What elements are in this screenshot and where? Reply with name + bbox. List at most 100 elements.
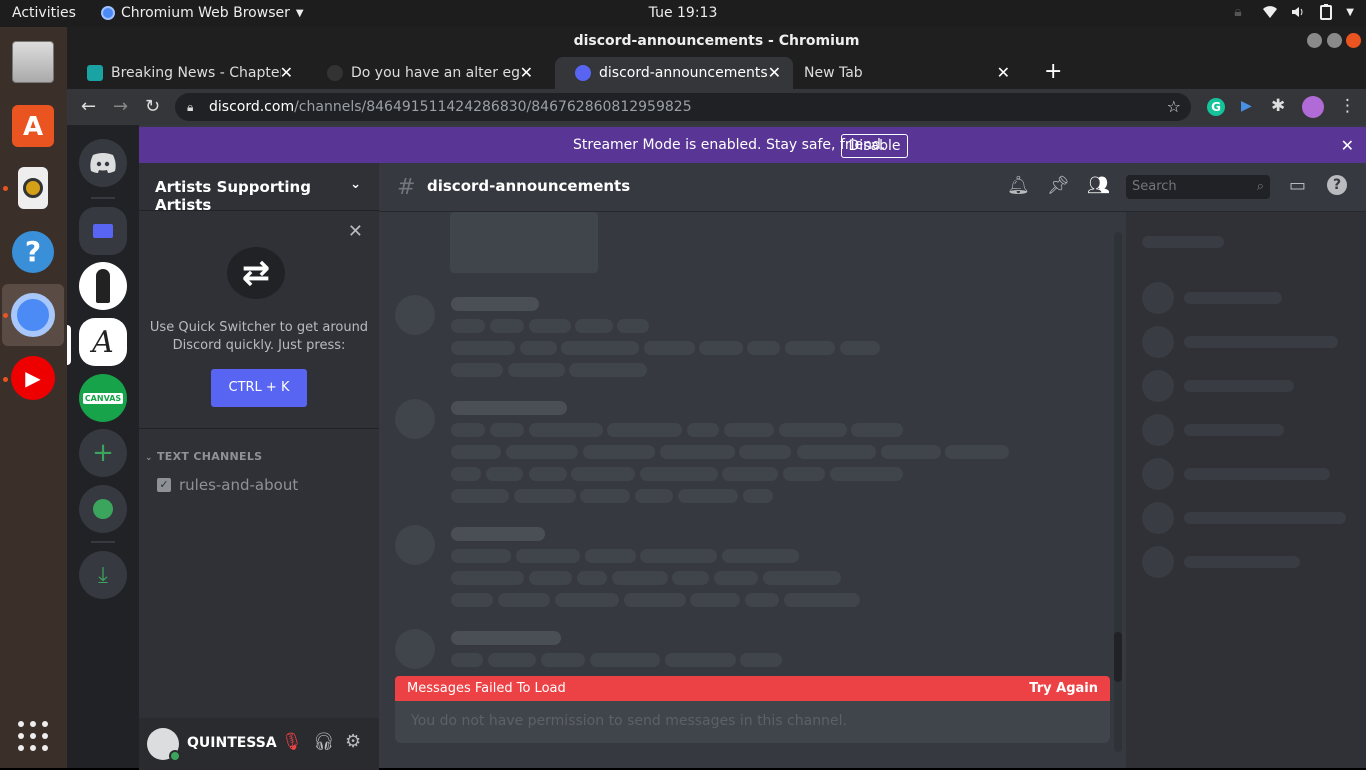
close-icon[interactable]: ✕ bbox=[348, 221, 363, 242]
text-placeholder bbox=[678, 489, 738, 503]
discord-logo-icon bbox=[90, 153, 116, 173]
close-window-button[interactable] bbox=[1346, 33, 1361, 48]
separator bbox=[91, 197, 115, 199]
text-placeholder bbox=[490, 423, 524, 437]
channel-rules-and-about[interactable]: ✓ rules-and-about bbox=[157, 476, 298, 494]
member-name-placeholder bbox=[1184, 380, 1294, 392]
minimize-button[interactable] bbox=[1307, 33, 1322, 48]
channel-title: discord-announcements bbox=[427, 177, 631, 195]
quick-switcher-text: Use Quick Switcher to get around Discord… bbox=[149, 320, 369, 353]
streamer-mode-banner: Streamer Mode is enabled. Stay safe, fri… bbox=[139, 127, 1366, 163]
help-icon[interactable]: ? bbox=[1327, 175, 1347, 195]
discord-home-button[interactable] bbox=[79, 139, 127, 187]
text-placeholder bbox=[699, 341, 743, 355]
tab-breaking-news[interactable]: Breaking News - Chapter ✕ bbox=[67, 57, 305, 89]
server-header[interactable]: Artists Supporting Artists ⌄ bbox=[139, 163, 379, 214]
pin-icon[interactable]: 📌︎ bbox=[1047, 175, 1070, 196]
close-tab-icon[interactable]: ✕ bbox=[768, 63, 781, 82]
window-title-bar[interactable]: discord-announcements - Chromium bbox=[67, 27, 1366, 55]
text-placeholder bbox=[739, 445, 791, 459]
back-button[interactable]: ← bbox=[81, 97, 96, 117]
message-input[interactable]: You do not have permission to send messa… bbox=[395, 701, 1110, 743]
reload-button[interactable]: ↻ bbox=[145, 97, 160, 117]
category-text-channels[interactable]: ⌄ TEXT CHANNELS bbox=[145, 450, 262, 463]
kebab-menu-icon[interactable]: ⋮ bbox=[1339, 96, 1356, 116]
text-placeholder bbox=[529, 423, 603, 437]
headphones-icon[interactable]: 🎧︎ bbox=[313, 732, 335, 752]
text-placeholder bbox=[724, 423, 774, 437]
search-input[interactable]: Search ⌕ bbox=[1126, 175, 1270, 199]
clock[interactable]: Tue 19:13 bbox=[0, 5, 1366, 21]
text-placeholder bbox=[785, 341, 835, 355]
cursor-extension-icon[interactable]: ▶ bbox=[1241, 98, 1252, 114]
text-placeholder bbox=[451, 653, 483, 667]
bell-icon[interactable]: 🔔︎ bbox=[1007, 175, 1030, 196]
person-art-icon bbox=[96, 269, 110, 303]
try-again-button[interactable]: Try Again bbox=[1029, 681, 1098, 696]
lock-icon: 🔒︎ bbox=[187, 100, 194, 114]
close-tab-icon[interactable]: ✕ bbox=[280, 63, 293, 82]
tab-new[interactable]: New Tab ✕ bbox=[784, 57, 1022, 89]
text-placeholder bbox=[451, 423, 485, 437]
member-list-icon[interactable]: 👥︎ bbox=[1087, 175, 1110, 196]
message-input-placeholder: You do not have permission to send messa… bbox=[411, 713, 847, 729]
new-tab-button[interactable]: + bbox=[1044, 59, 1062, 84]
inbox-icon[interactable]: ▭ bbox=[1289, 175, 1306, 196]
show-applications-button[interactable] bbox=[2, 705, 64, 767]
close-tab-icon[interactable]: ✕ bbox=[997, 63, 1010, 82]
text-placeholder bbox=[529, 319, 571, 333]
member-name-placeholder bbox=[1184, 556, 1300, 568]
gear-icon[interactable]: ⚙ bbox=[345, 731, 361, 752]
tab-alter-ego[interactable]: Do you have an alter ego w ✕ bbox=[307, 57, 545, 89]
grammarly-icon[interactable]: G bbox=[1207, 98, 1225, 116]
server-icon-figure[interactable] bbox=[79, 262, 127, 310]
member-avatar-placeholder bbox=[1142, 414, 1174, 446]
server-icon-webtoon-canvas[interactable]: CANVAS bbox=[79, 374, 127, 422]
member-avatar-placeholder bbox=[1142, 458, 1174, 490]
username: QUINTESSA bbox=[187, 735, 277, 751]
text-placeholder bbox=[740, 653, 782, 667]
name-placeholder bbox=[451, 527, 545, 541]
text-placeholder bbox=[851, 423, 903, 437]
quick-switcher-shortcut-button[interactable]: CTRL + K bbox=[211, 369, 307, 407]
close-icon[interactable]: ✕ bbox=[1341, 136, 1354, 155]
profile-avatar-icon[interactable] bbox=[1302, 96, 1324, 118]
add-server-button[interactable]: + bbox=[79, 429, 127, 477]
dock-files[interactable] bbox=[2, 31, 64, 93]
search-icon: ⌕ bbox=[1256, 179, 1264, 194]
mute-mic-icon[interactable]: 🎙︎ bbox=[281, 732, 303, 752]
disable-streamer-mode-button[interactable]: Disable bbox=[841, 134, 908, 158]
text-placeholder bbox=[451, 571, 524, 585]
play-icon: ▶ bbox=[11, 356, 55, 400]
avatar-placeholder bbox=[395, 525, 435, 565]
server-icon-artists-supporting-artists[interactable]: A bbox=[79, 318, 127, 366]
system-tray[interactable]: 🔒︎ ▼ bbox=[1234, 4, 1354, 20]
maximize-button[interactable] bbox=[1327, 33, 1342, 48]
address-bar[interactable]: 🔒︎ discord.com/channels/8464915114242868… bbox=[175, 93, 1191, 121]
close-tab-icon[interactable]: ✕ bbox=[520, 63, 533, 82]
download-apps-button[interactable]: ⤓ bbox=[79, 551, 127, 599]
status-online-icon bbox=[169, 750, 181, 762]
member-name-placeholder bbox=[1184, 292, 1282, 304]
dock-chromium[interactable] bbox=[2, 284, 64, 346]
puzzle-icon[interactable]: ✱ bbox=[1271, 96, 1285, 116]
chromium-icon bbox=[11, 293, 55, 337]
text-placeholder bbox=[945, 445, 1009, 459]
dock-software[interactable]: A bbox=[2, 95, 64, 157]
tab-discord[interactable]: discord-announcements ✕ bbox=[555, 57, 793, 89]
scrollbar-thumb[interactable] bbox=[1114, 632, 1122, 682]
explore-servers-button[interactable] bbox=[79, 485, 127, 533]
dock-help[interactable]: ? bbox=[2, 221, 64, 283]
bookmark-star-icon[interactable]: ☆ bbox=[1167, 93, 1181, 121]
folder-button[interactable] bbox=[79, 207, 127, 255]
text-placeholder bbox=[690, 593, 740, 607]
forward-button[interactable]: → bbox=[113, 97, 128, 117]
dock-youtube-music[interactable]: ▶ bbox=[2, 347, 64, 409]
dock-rhythmbox[interactable] bbox=[2, 157, 64, 219]
messages-failed-banner: Messages Failed To Load Try Again bbox=[395, 676, 1110, 701]
running-indicator bbox=[3, 186, 8, 191]
text-placeholder bbox=[830, 467, 903, 481]
text-placeholder bbox=[580, 489, 630, 503]
member-avatar-placeholder bbox=[1142, 502, 1174, 534]
url-path: /channels/846491511424286830/84676286081… bbox=[294, 99, 692, 115]
